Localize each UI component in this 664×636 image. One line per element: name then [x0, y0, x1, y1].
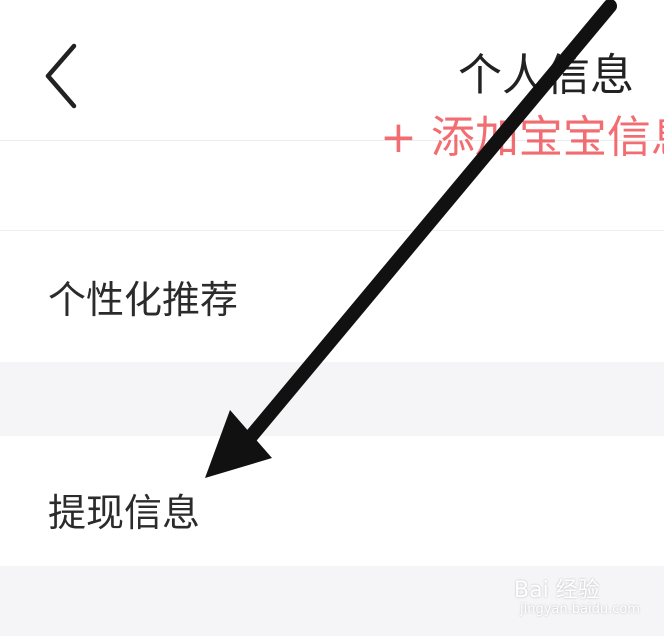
- watermark: Bai 经验 jingyan.baidu.com: [506, 566, 640, 626]
- back-button[interactable]: [30, 40, 100, 110]
- watermark-sub: jingyan.baidu.com: [520, 602, 640, 617]
- personalized-recommendation-label: 个性化推荐: [48, 278, 239, 322]
- page-title: 个人信息: [458, 50, 634, 101]
- add-baby-info-label: + 添加宝宝信息: [380, 112, 664, 163]
- add-baby-info-link[interactable]: + 添加宝宝信息: [380, 112, 664, 164]
- withdrawal-info-label: 提现信息: [48, 491, 201, 535]
- withdrawal-info-item[interactable]: 提现信息: [0, 436, 664, 566]
- watermark-main: Bai 经验: [514, 578, 600, 603]
- section-divider: [0, 362, 664, 436]
- chevron-left-icon: [45, 43, 77, 109]
- personalized-recommendation-item[interactable]: 个性化推荐: [0, 230, 664, 363]
